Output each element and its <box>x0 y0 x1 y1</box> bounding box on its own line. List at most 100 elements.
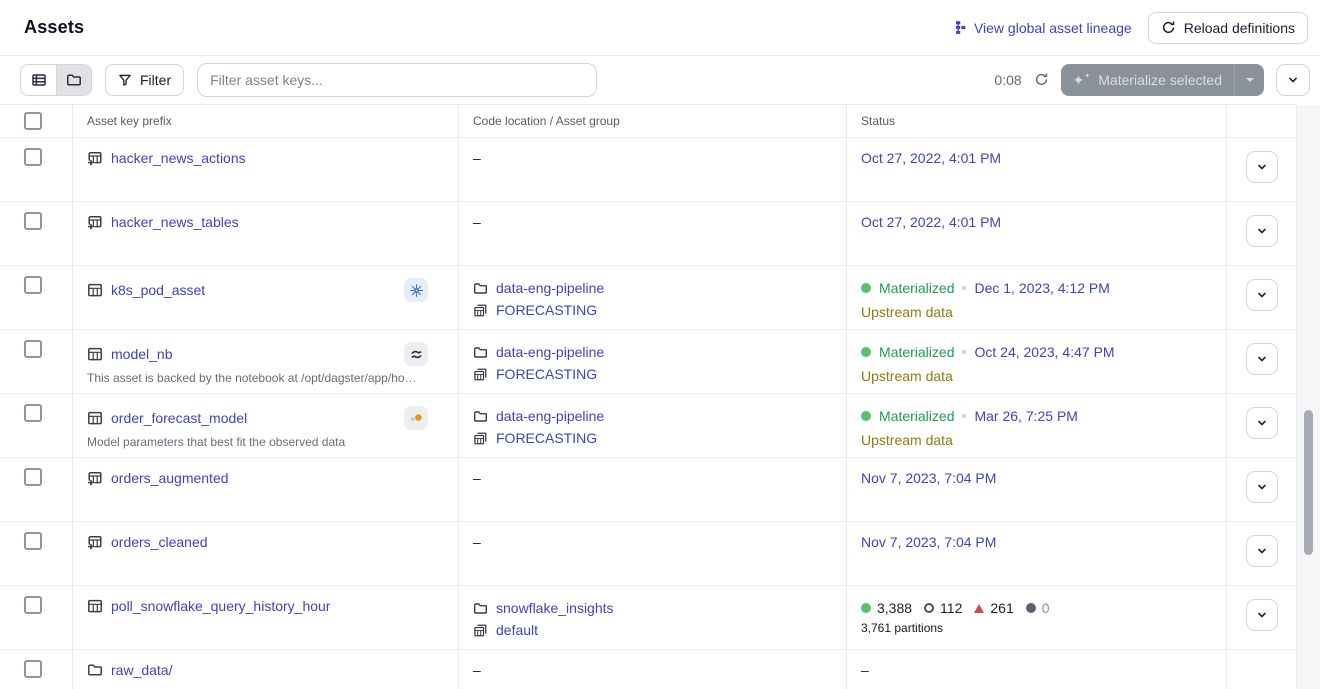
code-location-empty: – <box>473 214 481 230</box>
view-global-asset-lineage-link[interactable]: View global asset lineage <box>952 20 1132 36</box>
code-location-empty: – <box>473 534 481 550</box>
status-timestamp-link[interactable]: Mar 26, 7:25 PM <box>974 406 1078 426</box>
code-location-cell: snowflake_insightsdefault <box>458 586 846 649</box>
asset-group-link[interactable]: default <box>496 620 538 640</box>
row-menu-button[interactable] <box>1246 279 1278 311</box>
table-row: order_forecast_modelModel parameters tha… <box>0 394 1296 458</box>
row-menu-button[interactable] <box>1246 343 1278 375</box>
table-row: orders_cleaned – Nov 7, 2023, 7:04 PM <box>0 522 1296 586</box>
materialize-dropdown-button[interactable] <box>1234 64 1264 96</box>
toolbar-more-button[interactable] <box>1276 64 1310 96</box>
status-timestamp-link[interactable]: Dec 1, 2023, 4:12 PM <box>974 278 1109 298</box>
code-location-link[interactable]: data-eng-pipeline <box>496 342 604 362</box>
separator-dot-icon <box>962 350 966 354</box>
table-row: k8s_pod_asset data-eng-pipelineFORECASTIN… <box>0 266 1296 330</box>
status-timestamp-link[interactable]: Oct 27, 2022, 4:01 PM <box>861 150 1001 166</box>
code-location-icon <box>473 601 488 616</box>
chevron-down-icon <box>1286 73 1300 87</box>
table-row: hacker_news_tables – Oct 27, 2022, 4:01 PM <box>0 202 1296 266</box>
list-view-button[interactable] <box>21 65 56 95</box>
materialize-selected-button[interactable]: ✦✦ Materialize selected <box>1061 64 1234 96</box>
chevron-down-icon <box>1255 608 1269 622</box>
row-checkbox[interactable] <box>24 148 42 166</box>
chevron-down-icon <box>1255 544 1269 558</box>
lineage-icon <box>952 20 967 35</box>
status-cell: 3,38811226103,761 partitions <box>846 586 1226 649</box>
asset-key-link[interactable]: raw_data/ <box>111 662 172 678</box>
upstream-data-link[interactable]: Upstream data <box>861 430 953 450</box>
code-location-link[interactable]: data-eng-pipeline <box>496 406 604 426</box>
asset-key-link[interactable]: hacker_news_tables <box>111 214 239 230</box>
row-menu-button[interactable] <box>1246 535 1278 567</box>
materialized-dot-icon <box>861 283 871 293</box>
table-plus-icon <box>87 534 103 550</box>
asset-key-link[interactable]: hacker_news_actions <box>111 150 246 166</box>
table-icon <box>87 410 103 426</box>
table-icon <box>87 598 103 614</box>
status-timestamp-link[interactable]: Nov 7, 2023, 7:04 PM <box>861 470 996 486</box>
folder-view-button[interactable] <box>56 65 91 95</box>
materialized-status-link[interactable]: Materialized <box>879 406 954 426</box>
compute-kind-badge <box>404 342 428 366</box>
row-checkbox[interactable] <box>24 212 42 230</box>
materialized-status-link[interactable]: Materialized <box>879 278 954 298</box>
code-location-empty: – <box>473 150 481 166</box>
asset-group-icon <box>473 367 488 382</box>
upstream-data-link[interactable]: Upstream data <box>861 366 953 386</box>
refresh-icon[interactable] <box>1034 72 1049 87</box>
asset-key-link[interactable]: k8s_pod_asset <box>111 282 205 298</box>
asset-key-cell: model_nbThis asset is backed by the note… <box>72 330 458 393</box>
row-checkbox[interactable] <box>24 532 42 550</box>
asset-key-link[interactable]: order_forecast_model <box>111 410 247 426</box>
scrollbar-thumb[interactable] <box>1304 410 1313 555</box>
row-checkbox[interactable] <box>24 468 42 486</box>
status-cell: Materialized Mar 26, 7:25 PM Upstream data <box>846 394 1226 457</box>
asset-group-link[interactable]: FORECASTING <box>496 300 597 320</box>
asset-key-link[interactable]: model_nb <box>111 346 173 362</box>
compute-kind-badge <box>404 406 428 430</box>
status-timestamp-link[interactable]: Oct 24, 2023, 4:47 PM <box>974 342 1114 362</box>
materialized-status-link[interactable]: Materialized <box>879 342 954 362</box>
row-menu-button[interactable] <box>1246 471 1278 503</box>
status-timestamp-link[interactable]: Nov 7, 2023, 7:04 PM <box>861 534 996 550</box>
materialize-selected-split-button: ✦✦ Materialize selected <box>1061 64 1264 96</box>
asset-group-link[interactable]: FORECASTING <box>496 364 597 384</box>
row-checkbox[interactable] <box>24 276 42 294</box>
status-timestamp-link[interactable]: Oct 27, 2022, 4:01 PM <box>861 214 1001 230</box>
code-location-cell: – <box>458 650 846 689</box>
status-cell: Oct 27, 2022, 4:01 PM <box>846 138 1226 201</box>
row-menu-button[interactable] <box>1246 407 1278 439</box>
row-checkbox-cell <box>0 394 72 457</box>
row-actions-cell <box>1226 522 1296 585</box>
asset-group-link[interactable]: FORECASTING <box>496 428 597 448</box>
row-menu-button[interactable] <box>1246 599 1278 631</box>
asset-key-link[interactable]: poll_snowflake_query_history_hour <box>111 598 330 614</box>
materialized-dot-icon <box>861 411 871 421</box>
row-menu-button[interactable] <box>1246 215 1278 247</box>
code-location-cell: data-eng-pipelineFORECASTING <box>458 394 846 457</box>
table-row: poll_snowflake_query_history_hour snowfla… <box>0 586 1296 650</box>
kubernetes-icon <box>409 283 424 298</box>
partitions-total: 3,761 partitions <box>861 621 1226 635</box>
row-actions-cell <box>1226 266 1296 329</box>
search-input[interactable] <box>197 63 597 97</box>
row-menu-button[interactable] <box>1246 151 1278 183</box>
row-checkbox[interactable] <box>24 404 42 422</box>
filter-button[interactable]: Filter <box>105 64 184 96</box>
asset-key-link[interactable]: orders_augmented <box>111 470 229 486</box>
code-location-link[interactable]: data-eng-pipeline <box>496 278 604 298</box>
asset-key-link[interactable]: orders_cleaned <box>111 534 208 550</box>
select-all-checkbox[interactable] <box>24 112 42 130</box>
table-icon <box>87 346 103 362</box>
reload-definitions-button[interactable]: Reload definitions <box>1148 12 1308 44</box>
code-location-link[interactable]: snowflake_insights <box>496 598 614 618</box>
scrollbar-track[interactable] <box>1296 105 1320 689</box>
row-checkbox[interactable] <box>24 596 42 614</box>
asset-group-icon <box>473 623 488 638</box>
noteable-dots-icon <box>408 410 424 426</box>
status-line: Materialized Dec 1, 2023, 4:12 PM <box>861 278 1226 298</box>
row-checkbox[interactable] <box>24 660 42 678</box>
row-checkbox[interactable] <box>24 340 42 358</box>
upstream-data-link[interactable]: Upstream data <box>861 302 953 322</box>
table-row: hacker_news_actions – Oct 27, 2022, 4:01 P… <box>0 138 1296 202</box>
